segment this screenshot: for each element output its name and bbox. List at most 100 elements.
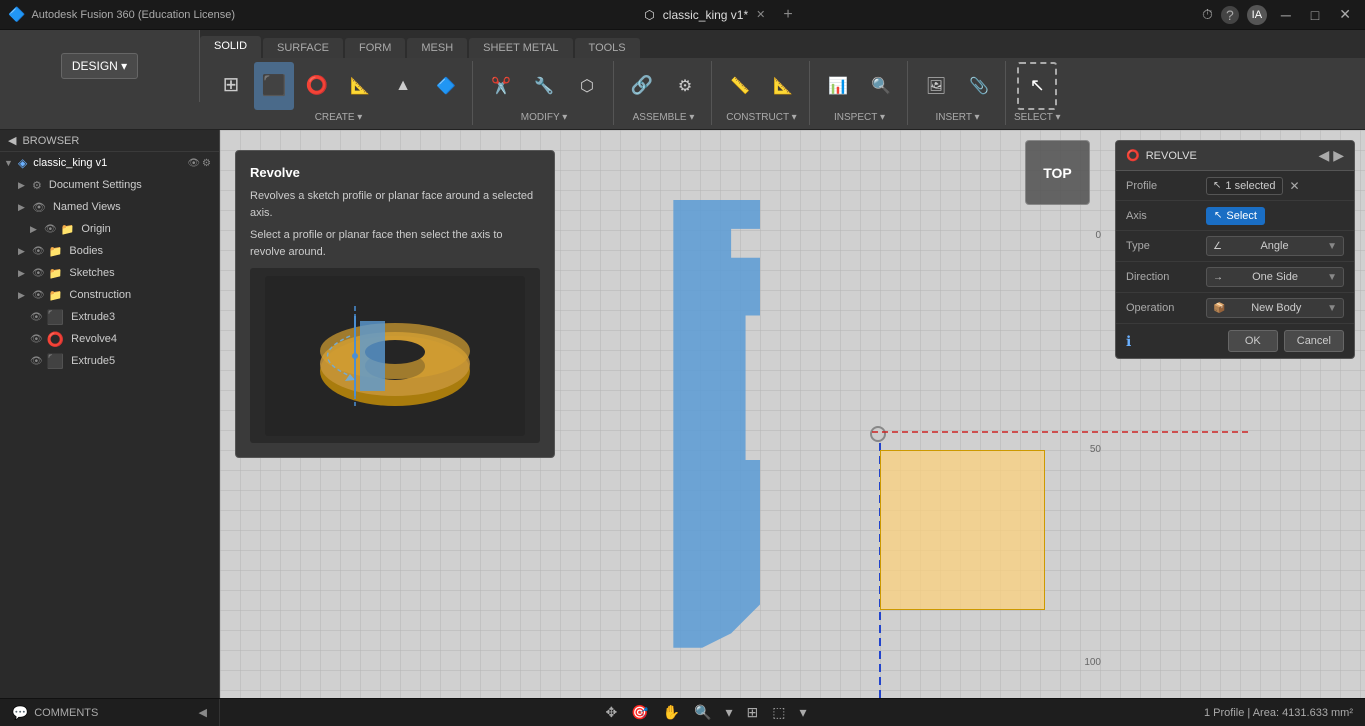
modify-btn-1[interactable]: ✂️ bbox=[481, 62, 521, 110]
add-tab-btn[interactable]: + bbox=[783, 6, 792, 24]
tab-sheet-metal[interactable]: SHEET METAL bbox=[469, 38, 572, 58]
file-icon: ⬡ bbox=[644, 8, 654, 22]
tab-surface[interactable]: SURFACE bbox=[263, 38, 343, 58]
tab-solid[interactable]: SOLID bbox=[200, 36, 261, 58]
display-dropdown-btn[interactable]: ▾ bbox=[796, 702, 811, 723]
tree-item-extrude3[interactable]: 👁 ⬛ Extrude3 bbox=[0, 306, 219, 328]
orbit-tool-btn[interactable]: 🎯 bbox=[627, 702, 652, 723]
panel-expand-right[interactable]: ▶ bbox=[1333, 147, 1344, 164]
gear-icon-root[interactable]: ⚙ bbox=[202, 158, 211, 169]
construct-btn-2[interactable]: 📐 bbox=[763, 62, 803, 110]
tree-item-revolve4[interactable]: 👁 ⭕ Revolve4 bbox=[0, 328, 219, 350]
sweep-btn[interactable]: 📐 bbox=[340, 62, 380, 110]
type-dropdown-arrow: ▼ bbox=[1327, 241, 1337, 252]
grid-btn[interactable]: ⊞ bbox=[743, 702, 763, 723]
axis-select-btn[interactable]: ↖ Select bbox=[1206, 207, 1265, 225]
profile-selected-text: 1 selected bbox=[1225, 180, 1275, 192]
sweep-icon: 📐 bbox=[346, 72, 374, 100]
assemble-btn-2[interactable]: ⚙ bbox=[665, 62, 705, 110]
eye-icon[interactable]: 👁 bbox=[187, 158, 200, 169]
panel-collapse-left[interactable]: ◀ bbox=[1318, 147, 1329, 164]
assemble-icon-2: ⚙ bbox=[671, 72, 699, 100]
construct-btn-1[interactable]: 📏 bbox=[720, 62, 760, 110]
revolve-btn[interactable]: ⭕ bbox=[297, 62, 337, 110]
ok-button[interactable]: OK bbox=[1228, 330, 1278, 352]
extrude3-eye[interactable]: 👁 bbox=[30, 312, 43, 323]
tree-item-bodies[interactable]: ▶ 👁 📁 Bodies bbox=[0, 240, 219, 262]
close-tab-icon[interactable]: ✕ bbox=[756, 8, 765, 21]
comments-button[interactable]: 💬 COMMENTS ◀ bbox=[0, 699, 220, 726]
operation-dropdown[interactable]: 📦 New Body ▼ bbox=[1206, 298, 1344, 318]
tab-form[interactable]: FORM bbox=[345, 38, 405, 58]
bottom-bar: 💬 COMMENTS ◀ ✥ 🎯 ✋ 🔍 ▾ ⊞ ⬚ ▾ 1 Profile |… bbox=[0, 698, 1365, 726]
titlebar: 🔷 Autodesk Fusion 360 (Education License… bbox=[0, 0, 1365, 30]
browser-label: BROWSER bbox=[22, 135, 79, 147]
sketches-eye[interactable]: 👁 bbox=[32, 268, 45, 279]
move-tool-btn[interactable]: ✥ bbox=[601, 702, 621, 723]
tree-item-named-views[interactable]: ▶ 👁 Named Views bbox=[0, 196, 219, 218]
tab-tools[interactable]: TOOLS bbox=[575, 38, 640, 58]
browser-header[interactable]: ◀ BROWSER bbox=[0, 130, 219, 152]
history-icon[interactable]: ⏱ bbox=[1202, 6, 1213, 23]
bodies-label: Bodies bbox=[69, 245, 103, 257]
sketches-arrow: ▶ bbox=[18, 268, 28, 279]
inspect-btn-2[interactable]: 🔍 bbox=[861, 62, 901, 110]
tab-mesh[interactable]: MESH bbox=[407, 38, 467, 58]
viewcube[interactable]: TOP bbox=[1025, 140, 1105, 220]
revolve4-eye[interactable]: 👁 bbox=[30, 334, 43, 345]
inspect-btn-1[interactable]: 📊 bbox=[818, 62, 858, 110]
tree-item-root[interactable]: ▼ ◈ classic_king v1 👁 ⚙ bbox=[0, 152, 219, 174]
bodies-icon: 📁 bbox=[49, 245, 63, 258]
modify-btn-2[interactable]: 🔧 bbox=[524, 62, 564, 110]
insert-btn-2[interactable]: 📎 bbox=[959, 62, 999, 110]
design-button[interactable]: DESIGN ▾ bbox=[61, 53, 138, 79]
extrude5-eye[interactable]: 👁 bbox=[30, 356, 43, 367]
titlebar-buttons: ⏱ ? IA ─ □ ✕ bbox=[1202, 4, 1357, 25]
maximize-btn[interactable]: □ bbox=[1305, 5, 1325, 25]
info-icon[interactable]: ℹ bbox=[1126, 333, 1131, 350]
loft-btn[interactable]: ▲ bbox=[383, 62, 423, 110]
pan-tool-btn[interactable]: ✋ bbox=[659, 702, 684, 723]
revolve-panel-footer: ℹ OK Cancel bbox=[1116, 324, 1354, 358]
create-group: ⊞ ⬛ ⭕ 📐 ▲ bbox=[205, 61, 473, 125]
viewcube-box[interactable]: TOP bbox=[1025, 140, 1090, 205]
operation-row: Operation 📦 New Body ▼ bbox=[1116, 293, 1354, 324]
zoom-tool-btn[interactable]: 🔍 bbox=[690, 702, 715, 723]
assemble-tools: 🔗 ⚙ bbox=[622, 61, 705, 110]
tooltip-title: Revolve bbox=[250, 165, 540, 180]
help-icon[interactable]: ? bbox=[1221, 6, 1239, 24]
tree-item-construction[interactable]: ▶ 👁 📁 Construction bbox=[0, 284, 219, 306]
tree-item-doc-settings[interactable]: ▶ ⚙ Document Settings bbox=[0, 174, 219, 196]
operation-value: 📦 New Body ▼ bbox=[1206, 298, 1344, 318]
modify-btn-3[interactable]: ⬡ bbox=[567, 62, 607, 110]
extrude-btn[interactable]: ⬛ bbox=[254, 62, 294, 110]
bodies-eye[interactable]: 👁 bbox=[32, 246, 45, 257]
direction-dropdown[interactable]: → One Side ▼ bbox=[1206, 267, 1344, 287]
origin-eye[interactable]: 👁 bbox=[44, 224, 57, 235]
file-tab[interactable]: ⬡ classic_king v1* ✕ + bbox=[644, 6, 792, 24]
assemble-group: 🔗 ⚙ ASSEMBLE ▾ bbox=[616, 61, 712, 125]
tree-item-sketches[interactable]: ▶ 👁 📁 Sketches bbox=[0, 262, 219, 284]
browser-panel: ◀ BROWSER ▼ ◈ classic_king v1 👁 ⚙ ▶ ⚙ Do… bbox=[0, 130, 220, 698]
construct-label: CONSTRUCT ▾ bbox=[726, 112, 796, 123]
type-dropdown[interactable]: ∠ Angle ▼ bbox=[1206, 236, 1344, 256]
close-btn[interactable]: ✕ bbox=[1333, 4, 1357, 25]
display-btn[interactable]: ⬚ bbox=[768, 702, 789, 723]
direction-label: Direction bbox=[1126, 271, 1206, 283]
construction-eye[interactable]: 👁 bbox=[32, 290, 45, 301]
assemble-btn-1[interactable]: 🔗 bbox=[622, 62, 662, 110]
cancel-button[interactable]: Cancel bbox=[1284, 330, 1344, 352]
insert-btn-1[interactable]: 🖼 bbox=[916, 62, 956, 110]
minimize-btn[interactable]: ─ bbox=[1275, 5, 1297, 25]
rib-btn[interactable]: 🔷 bbox=[426, 62, 466, 110]
user-icon[interactable]: IA bbox=[1247, 5, 1267, 25]
revolve-panel-icon: ⭕ bbox=[1126, 149, 1140, 162]
zoom-dropdown-btn[interactable]: ▾ bbox=[722, 702, 737, 723]
direction-icon: → bbox=[1213, 272, 1223, 283]
tree-item-extrude5[interactable]: 👁 ⬛ Extrude5 bbox=[0, 350, 219, 372]
tree-item-origin[interactable]: ▶ 👁 📁 Origin bbox=[0, 218, 219, 240]
new-component-btn[interactable]: ⊞ bbox=[211, 62, 251, 110]
select-btn-1[interactable]: ↖ bbox=[1017, 62, 1057, 110]
viewcube-label: TOP bbox=[1043, 165, 1072, 181]
profile-clear-btn[interactable]: ✕ bbox=[1287, 178, 1303, 194]
